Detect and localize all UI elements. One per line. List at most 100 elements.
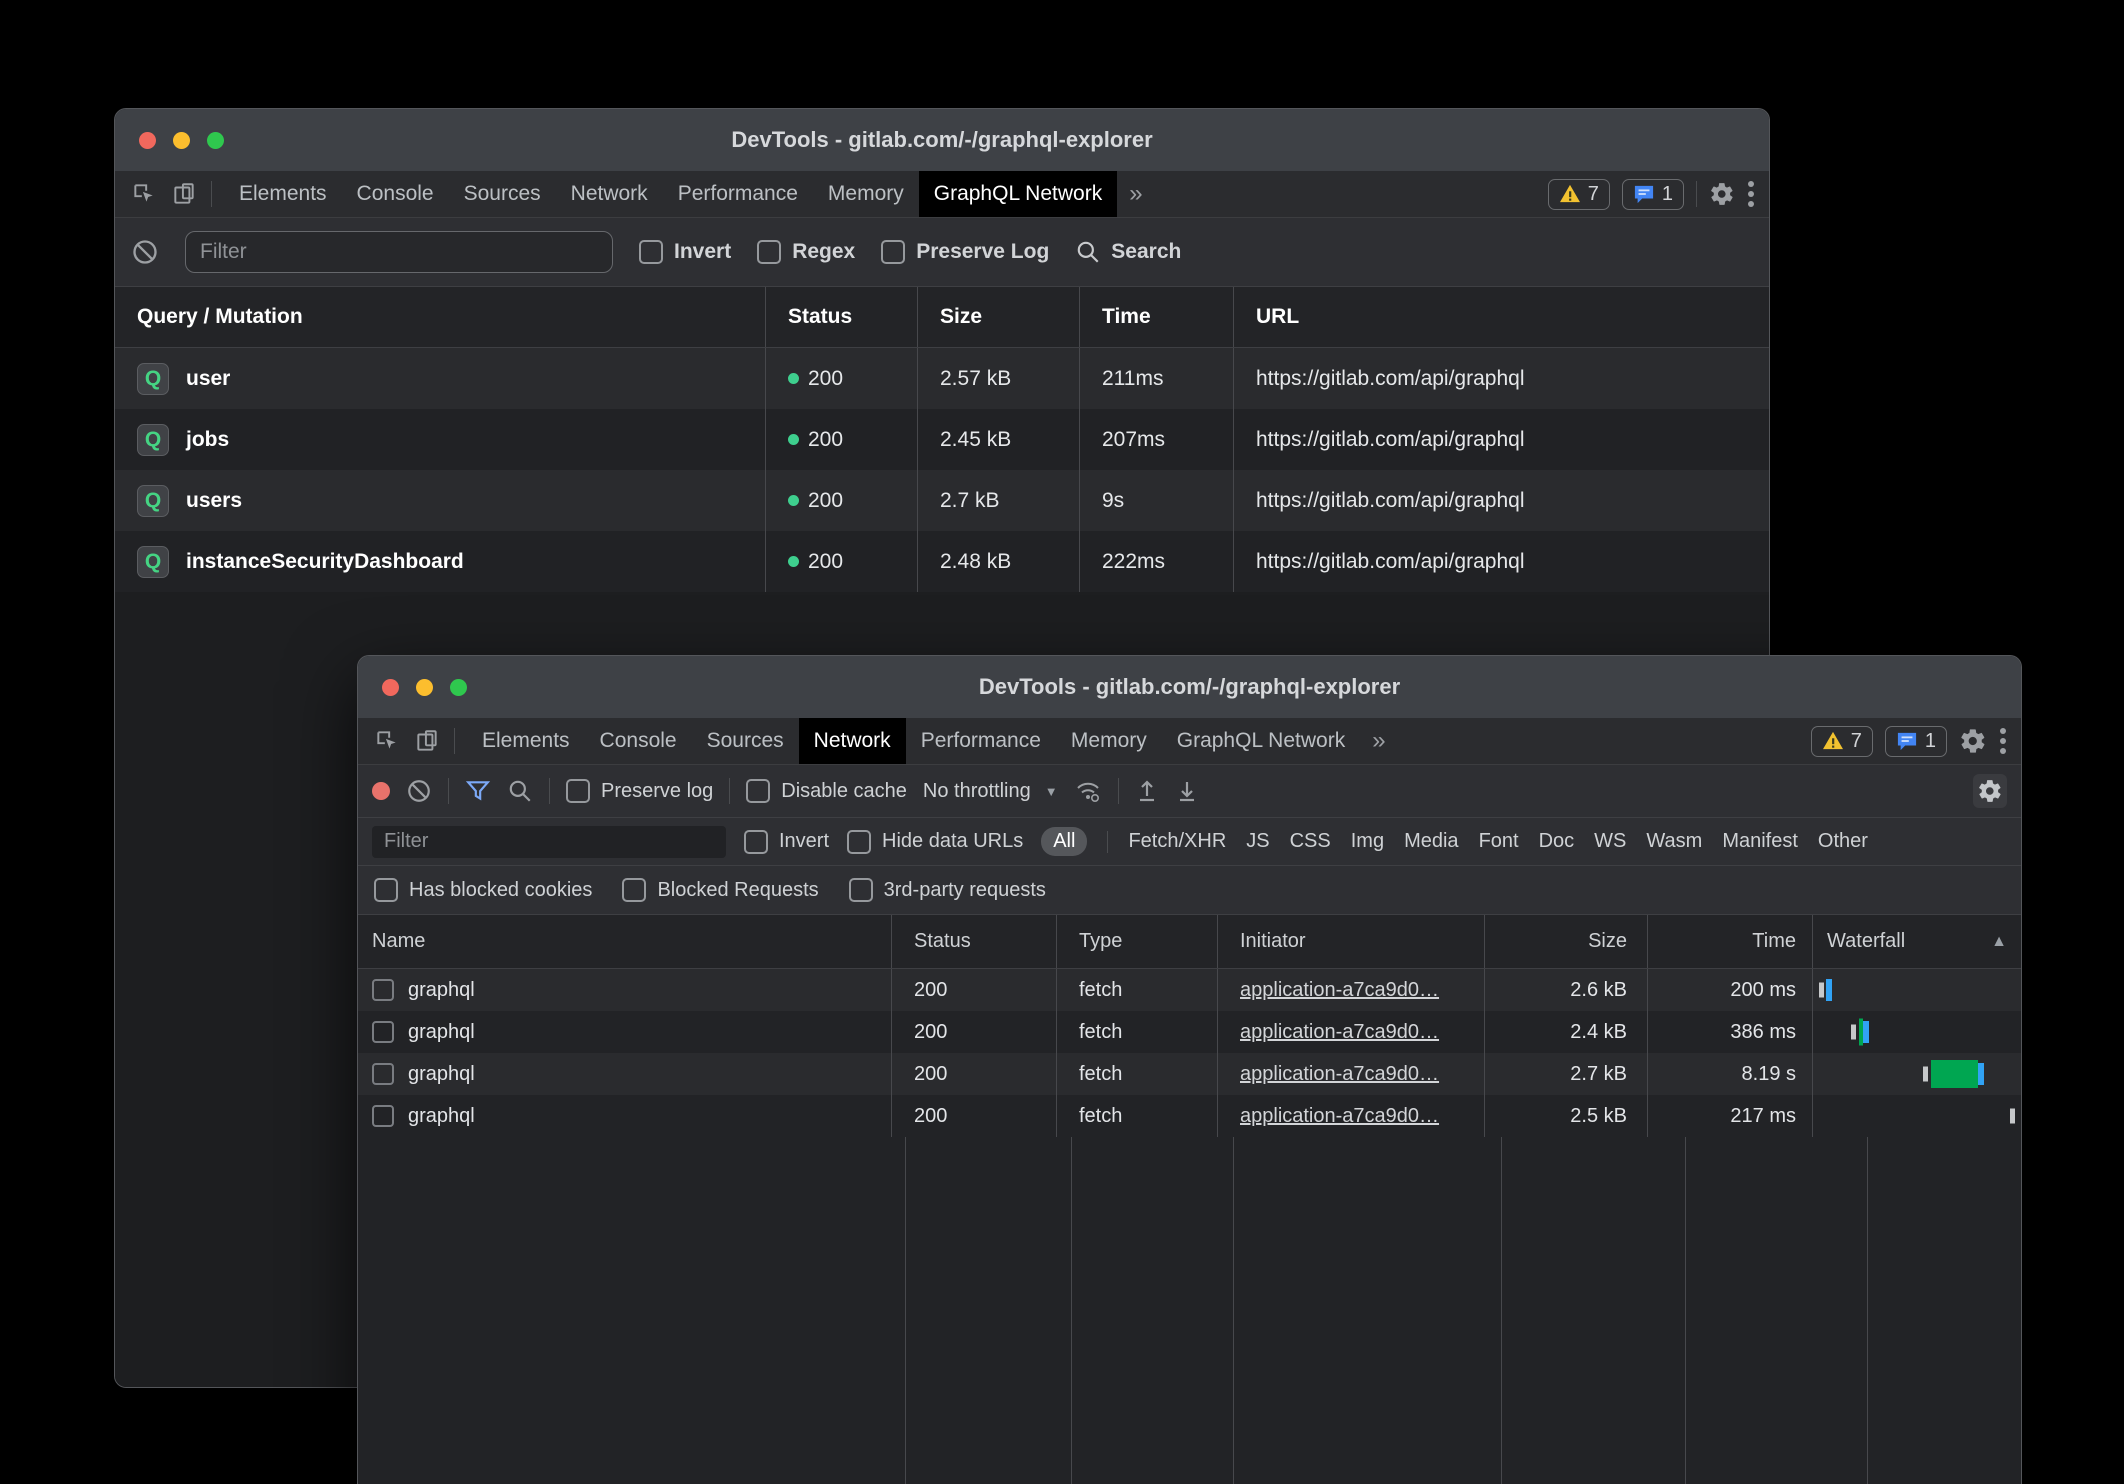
settings-gear-icon[interactable] [1709, 181, 1735, 207]
column-type[interactable]: Type [1056, 915, 1217, 968]
table-row[interactable]: Qjobs 200 2.45 kB 207ms https://gitlab.c… [115, 409, 1769, 470]
minimize-button[interactable] [416, 679, 433, 696]
row-checkbox[interactable] [372, 979, 394, 1001]
titlebar[interactable]: DevTools - gitlab.com/-/graphql-explorer [115, 109, 1769, 171]
column-waterfall[interactable]: Waterfall ▲ [1812, 915, 2021, 968]
row-checkbox[interactable] [372, 1105, 394, 1127]
size-value: 2.6 kB [1484, 969, 1647, 1011]
minimize-button[interactable] [173, 132, 190, 149]
initiator-link[interactable]: application-a7ca9d0… [1240, 1021, 1439, 1044]
table-row[interactable]: Quser 200 2.57 kB 211ms https://gitlab.c… [115, 348, 1769, 409]
column-query-mutation[interactable]: Query / Mutation [115, 287, 765, 347]
column-time[interactable]: Time [1647, 915, 1812, 968]
column-time[interactable]: Time [1079, 287, 1233, 347]
tab-performance[interactable]: Performance [906, 718, 1056, 764]
filter-chip-manifest[interactable]: Manifest [1722, 830, 1798, 853]
column-status[interactable]: Status [891, 915, 1056, 968]
tab-network[interactable]: Network [799, 718, 906, 764]
row-checkbox[interactable] [372, 1021, 394, 1043]
warnings-badge[interactable]: 7 [1548, 179, 1610, 210]
tab-sources[interactable]: Sources [692, 718, 799, 764]
network-request-row[interactable]: graphql 200 fetch application-a7ca9d0… 2… [358, 969, 2021, 1011]
zoom-button[interactable] [450, 679, 467, 696]
network-request-row[interactable]: graphql 200 fetch application-a7ca9d0… 2… [358, 1053, 2021, 1095]
issues-badge[interactable]: 1 [1622, 179, 1684, 210]
search-icon[interactable] [507, 778, 533, 804]
filter-chip-other[interactable]: Other [1818, 830, 1868, 853]
preserve-log-checkbox[interactable]: Preserve log [566, 779, 713, 803]
row-checkbox[interactable] [372, 1063, 394, 1085]
network-conditions-icon[interactable] [1074, 778, 1102, 804]
filter-chip-wasm[interactable]: Wasm [1646, 830, 1702, 853]
clear-icon[interactable] [406, 778, 432, 804]
tab-elements[interactable]: Elements [467, 718, 585, 764]
preserve-log-checkbox[interactable]: Preserve Log [881, 240, 1049, 264]
more-tabs-icon[interactable]: » [1117, 171, 1154, 217]
device-toolbar-icon[interactable] [171, 181, 197, 207]
filter-chip-js[interactable]: JS [1246, 830, 1269, 853]
filter-chip-media[interactable]: Media [1404, 830, 1458, 853]
tab-sources[interactable]: Sources [449, 171, 556, 217]
filter-chip-font[interactable]: Font [1479, 830, 1519, 853]
filter-input[interactable] [185, 231, 613, 273]
issues-badge[interactable]: 1 [1885, 726, 1947, 757]
filter-chip-ws[interactable]: WS [1594, 830, 1626, 853]
regex-checkbox[interactable]: Regex [757, 240, 855, 264]
tab-elements[interactable]: Elements [224, 171, 342, 217]
search-toggle[interactable]: Search [1075, 239, 1181, 265]
filter-funnel-icon[interactable] [465, 778, 491, 804]
filter-chip-doc[interactable]: Doc [1539, 830, 1575, 853]
tab-console[interactable]: Console [342, 171, 449, 217]
column-name[interactable]: Name [358, 915, 891, 968]
third-party-requests-checkbox[interactable]: 3rd-party requests [849, 878, 1046, 902]
column-url[interactable]: URL [1233, 287, 1769, 347]
kebab-menu-icon[interactable] [1999, 726, 2007, 756]
column-status[interactable]: Status [765, 287, 917, 347]
tab-network[interactable]: Network [556, 171, 663, 217]
initiator-link[interactable]: application-a7ca9d0… [1240, 1105, 1439, 1128]
tab-memory[interactable]: Memory [813, 171, 919, 217]
close-button[interactable] [139, 132, 156, 149]
titlebar[interactable]: DevTools - gitlab.com/-/graphql-explorer [358, 656, 2021, 718]
invert-checkbox[interactable]: Invert [639, 240, 731, 264]
tab-graphql-network[interactable]: GraphQL Network [919, 171, 1117, 217]
inspect-element-icon[interactable] [131, 181, 157, 207]
warnings-badge[interactable]: 7 [1811, 726, 1873, 757]
table-row[interactable]: Qusers 200 2.7 kB 9s https://gitlab.com/… [115, 470, 1769, 531]
record-button[interactable] [372, 782, 390, 800]
filter-chip-all[interactable]: All [1041, 827, 1087, 856]
tab-console[interactable]: Console [585, 718, 692, 764]
column-size[interactable]: Size [1484, 915, 1647, 968]
network-request-row[interactable]: graphql 200 fetch application-a7ca9d0… 2… [358, 1095, 2021, 1137]
hide-data-urls-checkbox[interactable]: Hide data URLs [847, 830, 1023, 854]
disable-cache-checkbox[interactable]: Disable cache [746, 779, 907, 803]
initiator-link[interactable]: application-a7ca9d0… [1240, 1063, 1439, 1086]
filter-chip-img[interactable]: Img [1351, 830, 1384, 853]
network-filter-input[interactable] [372, 826, 726, 858]
tab-memory[interactable]: Memory [1056, 718, 1162, 764]
has-blocked-cookies-checkbox[interactable]: Has blocked cookies [374, 878, 592, 902]
filter-chip-fetch-xhr[interactable]: Fetch/XHR [1128, 830, 1226, 853]
column-size[interactable]: Size [917, 287, 1079, 347]
filter-chip-css[interactable]: CSS [1290, 830, 1331, 853]
network-settings-gear-icon[interactable] [1973, 774, 2007, 808]
close-button[interactable] [382, 679, 399, 696]
settings-gear-icon[interactable] [1959, 727, 1987, 755]
table-row[interactable]: QinstanceSecurityDashboard 200 2.48 kB 2… [115, 531, 1769, 592]
tab-graphql-network[interactable]: GraphQL Network [1162, 718, 1360, 764]
network-request-row[interactable]: graphql 200 fetch application-a7ca9d0… 2… [358, 1011, 2021, 1053]
more-tabs-icon[interactable]: » [1360, 718, 1397, 764]
invert-checkbox[interactable]: Invert [744, 830, 829, 854]
blocked-requests-checkbox[interactable]: Blocked Requests [622, 878, 818, 902]
tab-performance[interactable]: Performance [663, 171, 813, 217]
column-initiator[interactable]: Initiator [1217, 915, 1484, 968]
initiator-link[interactable]: application-a7ca9d0… [1240, 979, 1439, 1002]
zoom-button[interactable] [207, 132, 224, 149]
kebab-menu-icon[interactable] [1747, 179, 1755, 209]
inspect-element-icon[interactable] [374, 728, 400, 754]
throttling-select[interactable]: No throttling ▼ [923, 780, 1058, 803]
export-har-icon[interactable] [1175, 778, 1199, 804]
device-toolbar-icon[interactable] [414, 728, 440, 754]
clear-icon[interactable] [131, 238, 159, 266]
import-har-icon[interactable] [1135, 778, 1159, 804]
